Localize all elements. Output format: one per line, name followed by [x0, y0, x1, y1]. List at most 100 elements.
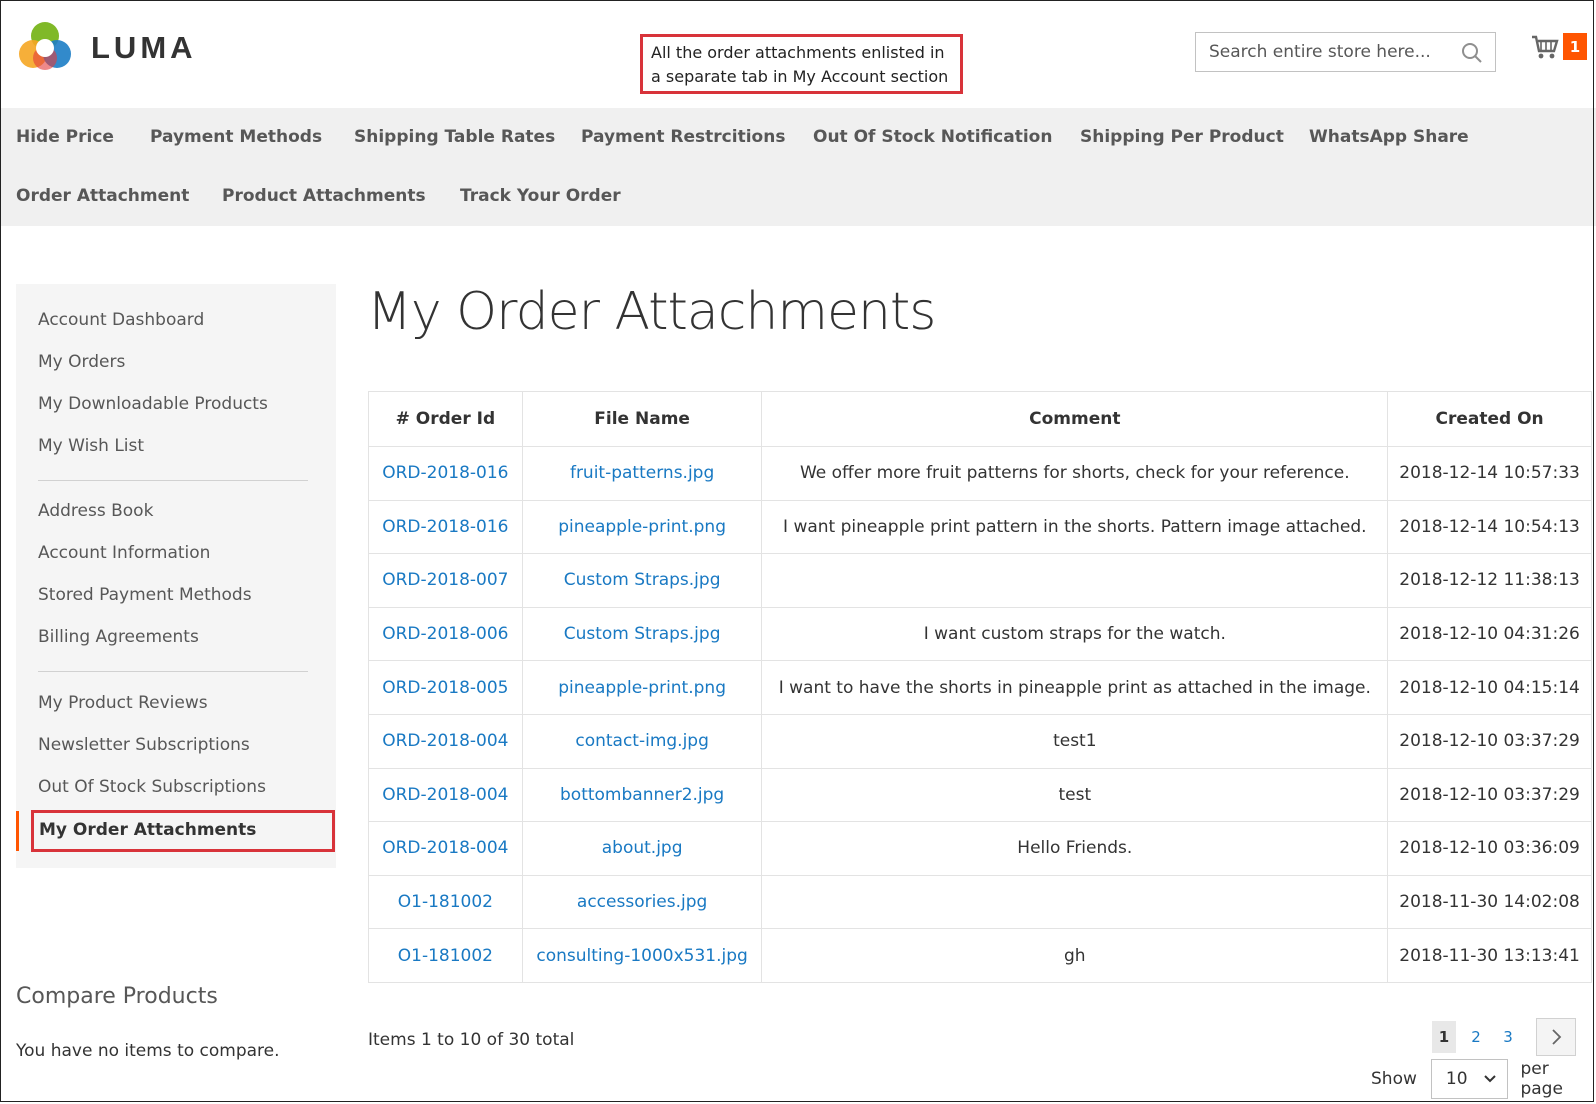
created-on-cell: 2018-12-14 10:57:33	[1387, 446, 1592, 501]
pagination: 1 2 3	[1432, 1018, 1576, 1056]
compare-empty-text: You have no items to compare.	[16, 1041, 280, 1061]
comment-cell: gh	[761, 928, 1389, 983]
order-id-link[interactable]: ORD-2018-007	[368, 553, 523, 608]
created-on-cell: 2018-12-14 10:54:13	[1387, 499, 1592, 555]
file-name-link[interactable]: bottombanner2.jpg	[521, 767, 763, 823]
sidebar-item-newsletter-subscriptions[interactable]: Newsletter Subscriptions	[38, 735, 250, 755]
file-name-link[interactable]: about.jpg	[521, 821, 763, 876]
sidebar-divider	[38, 480, 308, 481]
sidebar-item-account-information[interactable]: Account Information	[38, 543, 210, 563]
nav-item-whatsapp-share[interactable]: WhatsApp Share	[1309, 127, 1469, 147]
nav-item-shipping-per-product[interactable]: Shipping Per Product	[1080, 127, 1284, 147]
created-on-cell: 2018-12-10 03:37:29	[1387, 713, 1592, 769]
compare-products-title: Compare Products	[16, 984, 218, 1009]
order-id-link[interactable]: ORD-2018-004	[368, 767, 523, 823]
callout-line: a separate tab in My Account section	[651, 67, 949, 86]
table-row: ORD-2018-016 fruit-patterns.jpg We offer…	[368, 446, 1592, 501]
cart-icon	[1532, 35, 1559, 58]
next-page-button[interactable]	[1536, 1018, 1576, 1056]
chevron-right-icon	[1552, 1029, 1562, 1045]
top-navigation: Hide Price Payment Methods Shipping Tabl…	[0, 108, 1596, 226]
page-size-limiter: Show 10 per page	[1371, 1059, 1596, 1099]
search-icon[interactable]	[1461, 42, 1483, 64]
sidebar-item-my-downloadable-products[interactable]: My Downloadable Products	[38, 394, 268, 414]
nav-item-hide-price[interactable]: Hide Price	[16, 127, 114, 147]
search-input[interactable]	[1207, 41, 1461, 63]
luma-logo[interactable]: LUMA	[17, 20, 197, 76]
table-header-row: # Order Id File Name Comment Created On	[368, 391, 1592, 447]
page-2-link[interactable]: 2	[1464, 1021, 1488, 1053]
order-id-link[interactable]: O1-181002	[368, 874, 523, 930]
logo-text: LUMA	[91, 30, 197, 65]
file-name-link[interactable]: Custom Straps.jpg	[521, 606, 763, 662]
created-on-cell: 2018-11-30 13:13:41	[1387, 928, 1592, 983]
created-on-cell: 2018-12-10 04:15:14	[1387, 660, 1592, 715]
created-on-cell: 2018-12-10 03:36:09	[1387, 821, 1592, 876]
created-on-cell: 2018-12-12 11:38:13	[1387, 553, 1592, 608]
table-row: ORD-2018-004 bottombanner2.jpg test 2018…	[368, 767, 1592, 823]
created-on-cell: 2018-11-30 14:02:08	[1387, 874, 1592, 930]
sidebar-item-account-dashboard[interactable]: Account Dashboard	[38, 310, 204, 330]
column-header-comment: Comment	[761, 391, 1389, 447]
file-name-link[interactable]: accessories.jpg	[521, 874, 763, 930]
file-name-link[interactable]: pineapple-print.png	[521, 499, 763, 555]
nav-item-order-attachment[interactable]: Order Attachment	[16, 186, 189, 206]
nav-item-shipping-table-rates[interactable]: Shipping Table Rates	[354, 127, 555, 147]
file-name-link[interactable]: Custom Straps.jpg	[521, 553, 763, 608]
order-id-link[interactable]: ORD-2018-016	[368, 499, 523, 555]
order-id-link[interactable]: O1-181002	[368, 928, 523, 983]
order-id-link[interactable]: ORD-2018-004	[368, 713, 523, 769]
sidebar-item-out-of-stock-subscriptions[interactable]: Out Of Stock Subscriptions	[38, 777, 266, 797]
nav-item-track-your-order[interactable]: Track Your Order	[460, 186, 621, 206]
table-row: ORD-2018-007 Custom Straps.jpg 2018-12-1…	[368, 553, 1592, 608]
sidebar-item-my-order-attachments[interactable]: My Order Attachments	[39, 820, 256, 840]
luma-logo-icon	[19, 22, 71, 70]
file-name-link[interactable]: pineapple-print.png	[521, 660, 763, 715]
page-title: My Order Attachments	[367, 282, 936, 342]
comment-cell: I want to have the shorts in pineapple p…	[761, 660, 1389, 715]
account-sidebar: Account Dashboard My Orders My Downloada…	[16, 284, 336, 868]
created-on-cell: 2018-12-10 04:31:26	[1387, 606, 1592, 662]
minicart[interactable]: 1	[1531, 33, 1587, 60]
order-id-link[interactable]: ORD-2018-004	[368, 821, 523, 876]
file-name-link[interactable]: consulting-1000x531.jpg	[521, 928, 763, 983]
created-on-cell: 2018-12-10 03:37:29	[1387, 767, 1592, 823]
nav-item-payment-restrictions[interactable]: Payment Restrcitions	[581, 127, 785, 147]
page-size-select[interactable]: 10	[1430, 1059, 1509, 1099]
order-id-link[interactable]: ORD-2018-016	[368, 446, 523, 501]
order-id-link[interactable]: ORD-2018-006	[368, 606, 523, 662]
table-row: ORD-2018-004 contact-img.jpg test1 2018-…	[368, 713, 1592, 769]
table-row: ORD-2018-006 Custom Straps.jpg I want cu…	[368, 606, 1592, 662]
sidebar-item-my-wish-list[interactable]: My Wish List	[38, 436, 144, 456]
sidebar-item-stored-payment-methods[interactable]: Stored Payment Methods	[38, 585, 252, 605]
page-3-link[interactable]: 3	[1496, 1021, 1520, 1053]
chevron-down-icon	[1484, 1075, 1497, 1083]
nav-item-payment-methods[interactable]: Payment Methods	[150, 127, 322, 147]
nav-item-out-of-stock-notification[interactable]: Out Of Stock Notification	[813, 127, 1052, 147]
active-indicator	[16, 811, 19, 851]
file-name-link[interactable]: fruit-patterns.jpg	[521, 446, 763, 501]
column-header-created-on: Created On	[1387, 391, 1592, 447]
sidebar-item-my-orders[interactable]: My Orders	[38, 352, 125, 372]
file-name-link[interactable]: contact-img.jpg	[521, 713, 763, 769]
table-row: O1-181002 accessories.jpg 2018-11-30 14:…	[368, 874, 1592, 930]
sidebar-item-address-book[interactable]: Address Book	[38, 501, 153, 521]
nav-item-product-attachments[interactable]: Product Attachments	[222, 186, 426, 206]
callout-line: All the order attachments enlisted in	[651, 43, 945, 62]
annotation-callout: All the order attachments enlisted in a …	[640, 34, 963, 94]
sidebar-divider	[38, 671, 308, 672]
comment-cell: I want custom straps for the watch.	[761, 606, 1389, 662]
sidebar-item-my-product-reviews[interactable]: My Product Reviews	[38, 693, 208, 713]
search-box	[1195, 32, 1496, 72]
comment-cell: test1	[761, 713, 1389, 769]
order-attachments-table: # Order Id File Name Comment Created On …	[368, 391, 1592, 983]
sidebar-item-billing-agreements[interactable]: Billing Agreements	[38, 627, 199, 647]
table-row: O1-181002 consulting-1000x531.jpg gh 201…	[368, 928, 1592, 983]
table-row: ORD-2018-005 pineapple-print.png I want …	[368, 660, 1592, 715]
show-label: Show	[1371, 1069, 1417, 1089]
table-row: ORD-2018-004 about.jpg Hello Friends. 20…	[368, 821, 1592, 876]
order-id-link[interactable]: ORD-2018-005	[368, 660, 523, 715]
comment-cell: test	[761, 767, 1389, 823]
column-header-order-id: # Order Id	[368, 391, 523, 447]
page-1-current: 1	[1432, 1021, 1456, 1053]
